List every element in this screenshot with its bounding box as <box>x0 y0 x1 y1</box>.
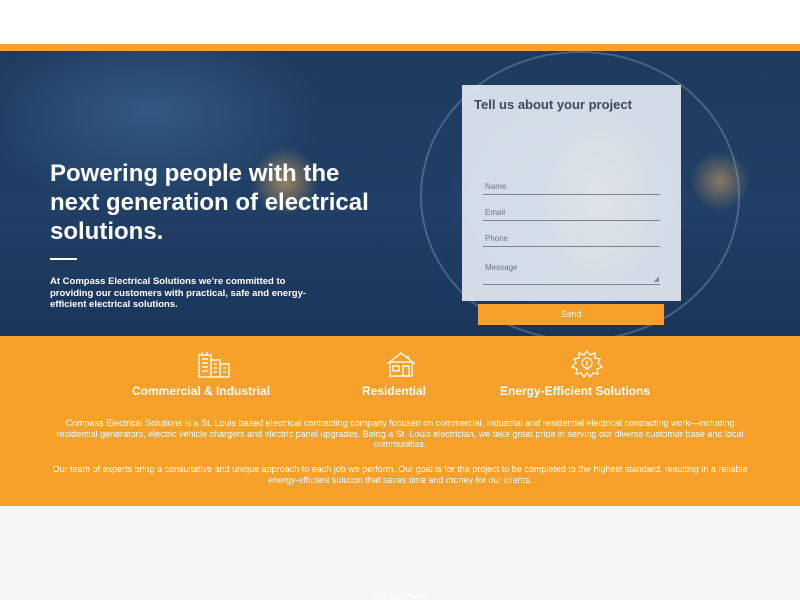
services-heading: Services <box>371 589 429 600</box>
service-commercial-label: Commercial & Industrial <box>132 384 271 398</box>
message-placeholder: Message <box>485 263 518 272</box>
header-area <box>0 0 800 44</box>
form-title: Tell us about your project <box>474 97 632 112</box>
about-paragraph-1: Compass Electrical Solutions is a St. Lo… <box>56 418 744 450</box>
building-icon <box>198 352 230 378</box>
email-field[interactable]: Email <box>483 208 660 221</box>
about-paragraph-2: Our team of experts bring a consultative… <box>52 464 748 485</box>
phone-field[interactable]: Phone <box>483 234 660 247</box>
hero-divider <box>50 258 77 260</box>
message-field[interactable]: Message ◢ <box>483 263 660 285</box>
hero-section: Powering people with the next generation… <box>0 51 800 336</box>
bulb-gear-icon <box>570 350 604 378</box>
hero-subtitle: At Compass Electrical Solutions we’re co… <box>50 276 307 310</box>
name-field[interactable]: Name <box>483 182 660 195</box>
services-section: Services <box>0 506 800 600</box>
house-icon <box>386 352 416 377</box>
resize-handle-icon[interactable]: ◢ <box>654 276 659 283</box>
project-form: Tell us about your project Name Email Ph… <box>462 85 681 325</box>
accent-stripe <box>0 44 800 51</box>
hero-title: Powering people with the next generation… <box>50 160 369 245</box>
send-button[interactable]: Send <box>478 304 664 325</box>
services-band: Commercial & Industrial Residential Ener… <box>0 336 800 506</box>
service-residential-label: Residential <box>362 384 427 398</box>
service-energy-label: Energy-Efficient Solutions <box>500 384 651 398</box>
